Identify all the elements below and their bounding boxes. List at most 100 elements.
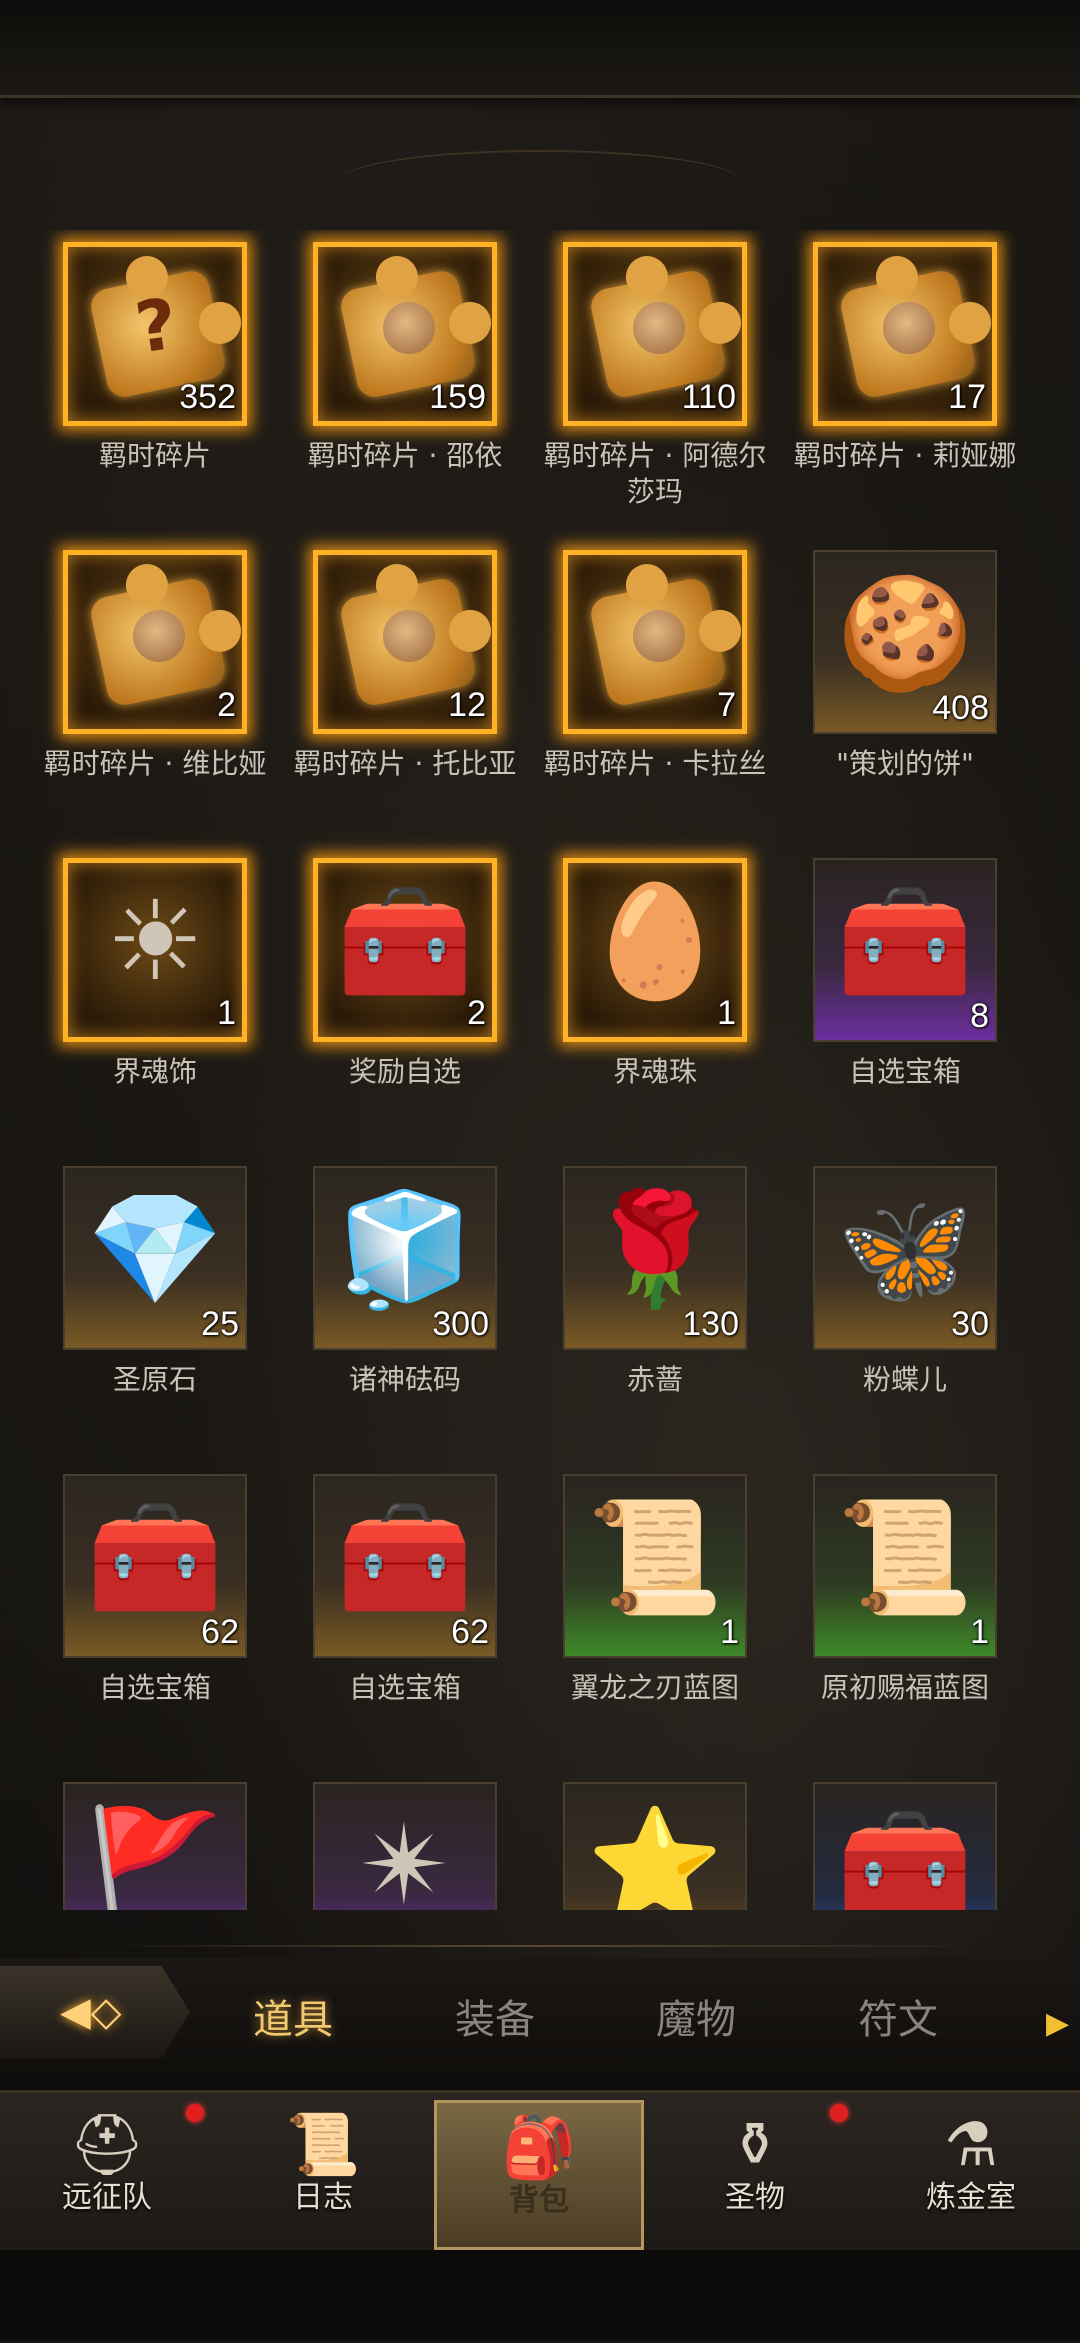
inventory-item[interactable]: 17 羁时碎片 · 莉娅娜 [750, 230, 1016, 510]
item-label: 羁时碎片 · 托比亚 [293, 747, 517, 780]
item-label: 羁时碎片 · 莉娅娜 [793, 439, 1017, 472]
chest-icon: 🧰 [836, 1801, 974, 1910]
item-tile: ⭐ [563, 1782, 747, 1910]
inventory-item[interactable]: ✴ [250, 1770, 500, 1910]
inventory-item[interactable]: 110 羁时碎片 · 阿德尔莎玛 [500, 230, 766, 510]
tab-equipment[interactable]: 装备 [415, 1990, 575, 2050]
item-count: 1 [217, 994, 236, 1032]
backpack-icon: 🎒 [501, 2113, 577, 2183]
item-tile: ☀ 1 [63, 858, 247, 1042]
inventory-item[interactable]: 💎 25 圣原石 [0, 1154, 250, 1434]
item-tile: ✴ [313, 1782, 497, 1910]
inventory-item[interactable]: 159 羁时碎片 · 邵依 [250, 230, 502, 510]
nav-expedition[interactable]: ⛑ 远征队 [2, 2100, 212, 2250]
inventory-item[interactable]: 🧰 8 自选宝箱 [750, 846, 1000, 1126]
inventory-grid: ? 352 羁时碎片 159 羁时碎片 · 邵依 110 羁时碎片 · 阿德尔莎玛 17 羁时碎… [0, 230, 1080, 1910]
inventory-item[interactable]: 🧰 62 自选宝箱 [0, 1462, 250, 1742]
tab-monsters[interactable]: 魔物 [616, 1990, 776, 2050]
nav-backpack[interactable]: 🎒 背包 [434, 2100, 644, 2250]
inventory-item[interactable]: 🦋 30 粉蝶儿 [750, 1154, 1000, 1434]
top-frame [0, 0, 1080, 98]
tabs-divider [100, 1945, 980, 1947]
item-tile: 🚩 [63, 1782, 247, 1910]
back-arrow-icon: ◀◇ [60, 1989, 122, 2035]
sun-emblem-icon: ☀ [105, 877, 205, 1006]
item-label: 奖励自选 [348, 1055, 461, 1088]
item-count: 8 [970, 997, 989, 1035]
inventory-item[interactable]: ? 352 羁时碎片 [0, 230, 250, 510]
relic-icon: ⚱ [729, 2110, 781, 2180]
inventory-item[interactable]: 12 羁时碎片 · 托比亚 [250, 538, 516, 818]
item-count: 12 [448, 686, 486, 724]
item-label: 羁时碎片 · 卡拉丝 [543, 747, 767, 780]
item-tile: 159 [313, 242, 497, 426]
item-label: 羁时碎片 · 维比娅 [43, 747, 267, 780]
journal-icon: 📜 [285, 2110, 361, 2180]
portrait-icon [633, 302, 685, 354]
inventory-item[interactable]: 🌹 130 赤蔷 [500, 1154, 750, 1434]
star-crystal-icon: ⭐ [586, 1801, 724, 1910]
notification-badge [830, 2104, 848, 2122]
inventory-item[interactable]: 🚩 [0, 1770, 250, 1910]
tab-items[interactable]: 道具 [213, 1990, 373, 2050]
inventory-item[interactable]: 7 羁时碎片 · 卡拉丝 [500, 538, 766, 818]
portrait-icon [633, 610, 685, 662]
inventory-item[interactable]: 📜 1 翼龙之刃蓝图 [500, 1462, 750, 1742]
bottom-band [0, 2250, 1080, 2340]
cube-icon: 🧊 [336, 1185, 474, 1313]
item-tile: 📜 1 [563, 1474, 747, 1658]
inventory-item[interactable]: 🧰 2 奖励自选 [250, 846, 500, 1126]
nav-label: 日志 [293, 2180, 353, 2215]
inventory-item[interactable]: ☀ 1 界魂饰 [0, 846, 250, 1126]
item-tile: 🌹 130 [563, 1166, 747, 1350]
top-ornament [340, 150, 740, 212]
energy-icon: ✴ [358, 1801, 452, 1910]
nav-label: 炼金室 [926, 2180, 1016, 2215]
item-label: 诸神砝码 [348, 1363, 461, 1396]
cookie-icon: 🍪 [836, 569, 974, 697]
rose-icon: 🌹 [586, 1185, 724, 1313]
item-tile: 110 [563, 242, 747, 426]
item-label: 翼龙之刃蓝图 [570, 1671, 739, 1704]
item-count: 110 [681, 378, 736, 416]
nav-label: 背包 [509, 2183, 569, 2218]
item-label: 界魂饰 [112, 1055, 197, 1088]
item-label: "策划的饼" [836, 747, 974, 780]
item-label: 自选宝箱 [348, 1671, 461, 1704]
item-label: 自选宝箱 [98, 1671, 211, 1704]
inventory-item[interactable]: 🍪 408 "策划的饼" [750, 538, 1000, 818]
item-count: 159 [429, 378, 486, 416]
inventory-item[interactable]: 🧰 [750, 1770, 1000, 1910]
portrait-icon [383, 302, 435, 354]
nav-journal[interactable]: 📜 日志 [218, 2100, 428, 2250]
inventory-item[interactable]: 2 羁时碎片 · 维比娅 [0, 538, 266, 818]
item-tile: 7 [563, 550, 747, 734]
item-tile: 12 [313, 550, 497, 734]
inventory-item[interactable]: 🥚 1 界魂珠 [500, 846, 750, 1126]
inventory-item[interactable]: ⭐ [500, 1770, 750, 1910]
nav-relics[interactable]: ⚱ 圣物 [650, 2100, 860, 2250]
nav-label: 远征队 [62, 2180, 152, 2215]
inventory-item[interactable]: 🧊 300 诸神砝码 [250, 1154, 500, 1434]
item-tile: 🦋 30 [813, 1166, 997, 1350]
tabs-more-arrow-icon[interactable]: ▶ [1046, 2006, 1069, 2041]
item-tile: 🧰 8 [813, 858, 997, 1042]
back-button[interactable]: ◀◇ [0, 1966, 190, 2058]
item-count: 1 [720, 1613, 739, 1651]
item-count: 2 [217, 686, 236, 724]
inventory-item[interactable]: 📜 1 原初赐福蓝图 [750, 1462, 1000, 1742]
chest-icon: 🧰 [336, 877, 474, 1006]
nav-alchemy[interactable]: ⚗ 炼金室 [866, 2100, 1076, 2250]
nav-label: 圣物 [725, 2180, 785, 2215]
inventory-item[interactable]: 🧰 62 自选宝箱 [250, 1462, 500, 1742]
item-tile: 💎 25 [63, 1166, 247, 1350]
item-tile: 🧰 [813, 1782, 997, 1910]
item-label: 自选宝箱 [848, 1055, 961, 1088]
item-tile: 📜 1 [813, 1474, 997, 1658]
item-count: 17 [948, 378, 986, 416]
item-count: 408 [932, 689, 989, 727]
item-count: 30 [951, 1305, 989, 1343]
tab-runes[interactable]: 符文 [818, 1990, 978, 2050]
item-label: 粉蝶儿 [862, 1363, 947, 1396]
item-label: 原初赐福蓝图 [820, 1671, 989, 1704]
